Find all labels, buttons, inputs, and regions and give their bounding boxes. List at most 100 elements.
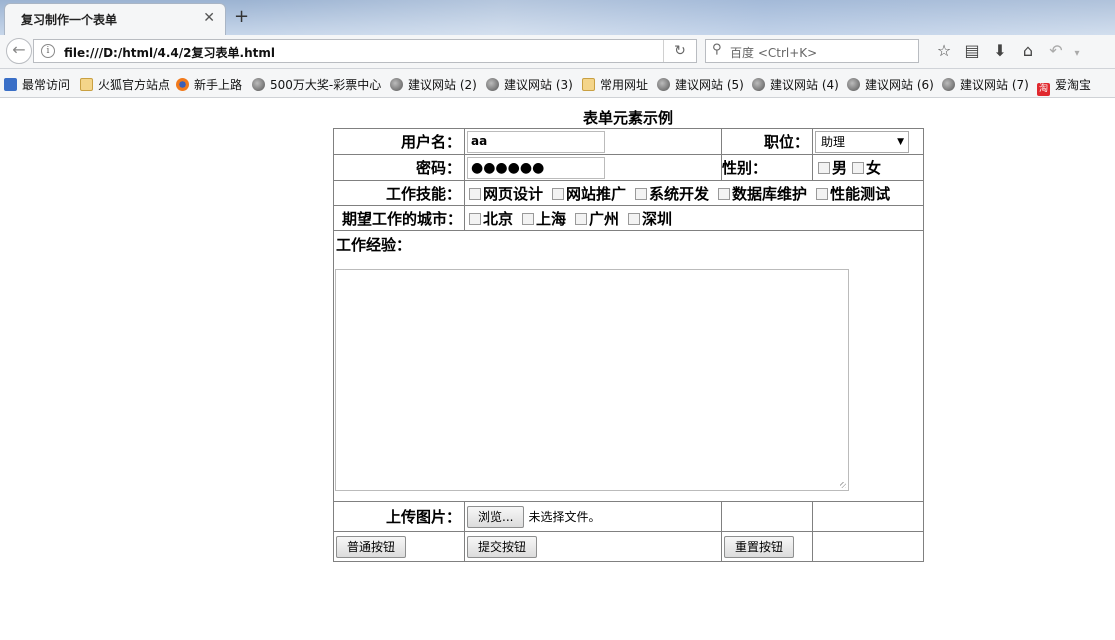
bookmark-item[interactable]: 建议网站 (3) [486,76,573,93]
gender-label: 性别： [721,154,813,181]
pin-icon [4,78,17,91]
bookmark-label: 建议网站 (6) [865,78,934,92]
position-selected: 助理 [821,134,846,149]
bookmark-item[interactable]: 建议网站 (5) [657,76,744,93]
reset-button-cell: 重置按钮 [721,531,813,562]
upload-row: 上传图片： 浏览... 未选择文件。 [333,501,924,532]
globe-icon [252,78,265,91]
city-checkbox[interactable] [628,212,641,225]
skill-option: 数据库维护 [732,184,808,203]
experience-row: 工作经验： [333,230,924,502]
bookmark-item[interactable]: 建议网站 (7) [942,76,1029,93]
cities-cell: 北京 上海 广州 深圳 [464,205,924,231]
skill-option: 网页设计 [483,184,544,203]
navigation-bar: ← i file:///D:/html/4.4/2复习表单.html ↻ ⚲ 百… [0,35,1115,69]
globe-icon [390,78,403,91]
gender-male-checkbox[interactable] [818,162,830,174]
position-select[interactable]: 助理 ▼ [815,130,909,153]
skill-checkbox[interactable] [552,187,565,200]
password-row: 密码： ●●●●●● 性别： 男女 [333,154,924,181]
empty-cell [812,501,924,532]
reload-icon[interactable]: ↻ [663,40,696,62]
skill-checkbox[interactable] [718,187,731,200]
bookmark-item[interactable]: 淘爱淘宝 [1037,76,1091,96]
bookmark-item[interactable]: 最常访问 [4,76,70,93]
bookmark-label: 建议网站 (7) [960,78,1029,92]
skill-checkbox[interactable] [635,187,648,200]
folder-icon [80,78,93,91]
home-icon[interactable]: ⌂ [1014,41,1042,60]
toolbar-icons: ☆ ▤ ⬇ ⌂ ↶ ▾ [930,41,1084,60]
download-icon[interactable]: ⬇ [986,41,1014,60]
city-option: 上海 [536,209,567,228]
skills-label: 工作技能： [333,180,465,206]
city-option: 深圳 [642,209,673,228]
upload-label: 上传图片： [333,501,465,532]
globe-icon [942,78,955,91]
normal-button[interactable]: 普通按钮 [336,535,407,558]
taobao-icon: 淘 [1037,83,1050,96]
bookmark-label: 建议网站 (5) [675,78,744,92]
url-text[interactable]: file:///D:/html/4.4/2复习表单.html [64,44,275,61]
chevron-down-icon[interactable]: ▾ [1070,48,1084,59]
close-icon[interactable]: ✕ [203,10,215,26]
empty-cell [721,501,813,532]
bookmark-label: 建议网站 (2) [408,78,477,92]
resize-grip-icon[interactable] [840,482,846,488]
skill-option: 网站推广 [566,184,627,203]
bookmark-item[interactable]: 常用网址 [582,76,648,93]
username-cell: aa [464,128,722,155]
search-icon: ⚲ [712,42,722,57]
reset-button[interactable]: 重置按钮 [724,535,795,558]
bookmark-item[interactable]: 建议网站 (2) [390,76,477,93]
tab-bar: 复习制作一个表单 ✕ + [0,0,1115,35]
star-icon[interactable]: ☆ [930,41,958,60]
city-checkbox[interactable] [522,212,535,225]
reading-list-icon[interactable]: ▤ [958,41,986,60]
experience-label: 工作经验： [336,236,412,254]
page-title: 表单元素示例 [582,109,673,127]
new-tab-button[interactable]: + [234,6,249,27]
experience-textarea[interactable] [335,269,849,491]
skill-checkbox[interactable] [469,187,481,200]
bookmark-item[interactable]: 新手上路 [176,76,242,93]
city-option: 广州 [589,209,620,228]
position-label: 职位： [721,128,813,155]
submit-button[interactable]: 提交按钮 [467,535,538,558]
bookmark-item[interactable]: 建议网站 (6) [847,76,934,93]
browser-tab[interactable]: 复习制作一个表单 ✕ [4,3,226,35]
info-icon[interactable]: i [41,44,55,58]
skills-row: 工作技能： 网页设计 网站推广 系统开发 数据库维护 性能测试 [333,180,924,206]
bookmarks-bar: 最常访问 火狐官方站点 新手上路 500万大奖-彩票中心 建议网站 (2) 建议… [0,69,1115,98]
back-arrow-icon[interactable]: ← [6,38,32,64]
password-input[interactable]: ●●●●●● [467,156,605,179]
folder-icon [582,78,595,91]
cities-row: 期望工作的城市： 北京 上海 广州 深圳 [333,205,924,231]
undo-icon[interactable]: ↶ [1042,41,1070,60]
bookmark-item[interactable]: 火狐官方站点 [80,76,170,93]
browse-button[interactable]: 浏览... [467,505,525,528]
bookmark-item[interactable]: 500万大奖-彩票中心 [252,76,381,93]
search-input[interactable]: ⚲ 百度 <Ctrl+K> [705,39,919,63]
search-placeholder: 百度 <Ctrl+K> [730,46,818,60]
gender-cell: 男女 [812,154,924,181]
no-file-text: 未选择文件。 [528,510,601,524]
city-checkbox[interactable] [575,212,588,225]
bookmark-label: 火狐官方站点 [98,78,171,92]
globe-icon [486,78,499,91]
position-cell: 助理 ▼ [812,128,924,155]
form-table: 用户名： aa 职位： 助理 ▼ 密码： ●●●●●● 性别： 男女 工作技能： … [333,128,924,562]
experience-cell: 工作经验： [333,230,924,502]
bookmark-label: 常用网址 [600,78,649,92]
normal-button-cell: 普通按钮 [333,531,465,562]
city-checkbox[interactable] [469,212,481,225]
username-input[interactable]: aa [467,130,605,153]
bookmark-label: 新手上路 [194,78,243,92]
gender-female-checkbox[interactable] [852,162,865,174]
skill-checkbox[interactable] [816,187,829,200]
bookmark-label: 500万大奖-彩票中心 [270,78,382,92]
url-bar[interactable]: i file:///D:/html/4.4/2复习表单.html ↻ [33,39,697,63]
username-label: 用户名： [333,128,465,155]
bookmark-item[interactable]: 建议网站 (4) [752,76,839,93]
upload-cell: 浏览... 未选择文件。 [464,501,722,532]
